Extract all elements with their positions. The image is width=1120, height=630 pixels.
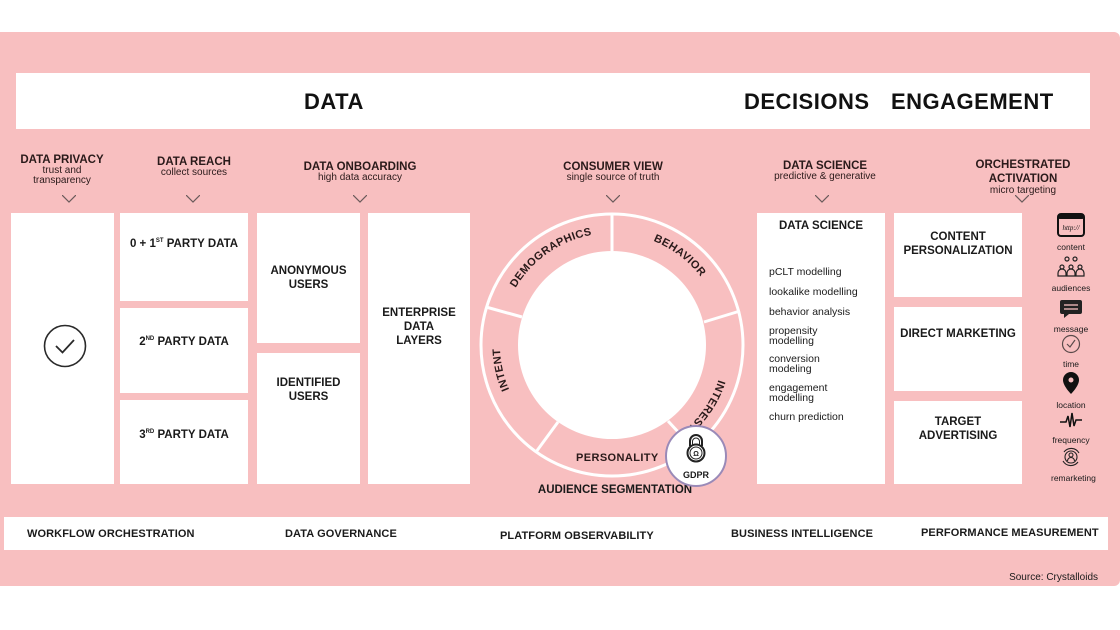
segment-intent: INTENT xyxy=(491,348,512,393)
direct-marketing-box: DIRECT MARKETING xyxy=(894,307,1022,391)
stage-data: DATA xyxy=(304,89,364,114)
header-data-onboarding: DATA ONBOARDING high data accuracy xyxy=(280,161,440,183)
data-privacy-box xyxy=(11,213,114,484)
svg-text:http://: http:// xyxy=(1062,224,1080,232)
foundation-workflow-orchestration: WORKFLOW ORCHESTRATION xyxy=(27,528,195,540)
activation-frequency: frequency xyxy=(1051,412,1091,445)
stage-banner: DATA DECISIONS ENGAGEMENT xyxy=(16,73,1090,129)
foundation-performance-measurement: PERFORMANCE MEASUREMENT xyxy=(921,527,1099,539)
chevron-down-icon xyxy=(186,195,200,203)
chevron-down-icon xyxy=(1015,195,1029,203)
stage-decisions: DECISIONS xyxy=(744,89,870,114)
chevron-down-icon xyxy=(606,195,620,203)
identified-users-box: IDENTIFIED USERS xyxy=(257,353,360,484)
header-subtitle: high data accuracy xyxy=(318,172,402,183)
ds-item: lookalike modelling xyxy=(769,286,858,298)
ds-item: pCLT modelling xyxy=(769,266,842,278)
data-science-box: DATA SCIENCE pCLT modelling lookalike mo… xyxy=(757,213,885,484)
icon-caption: frequency xyxy=(1052,435,1090,445)
enterprise-data-layers-box: ENTERPRISE DATA LAYERS xyxy=(368,213,470,484)
activation-remarketing: remarketing xyxy=(1051,446,1096,483)
activation-audiences: audiences xyxy=(1051,256,1091,293)
chevron-down-icon xyxy=(815,195,829,203)
check-circle-icon xyxy=(43,324,87,373)
ring-divider xyxy=(534,421,560,453)
channel-label: CONTENT PERSONALIZATION xyxy=(903,231,1013,257)
ring-divider xyxy=(485,305,523,319)
ring-inner xyxy=(518,251,706,439)
channel-label: DIRECT MARKETING xyxy=(900,328,1016,340)
user-cycle-icon xyxy=(1062,447,1080,467)
header-consumer-view: CONSUMER VIEW single source of truth xyxy=(533,161,693,183)
content-personalization-box: CONTENT PERSONALIZATION xyxy=(894,213,1022,297)
activation-message: message xyxy=(1051,299,1091,334)
segment-personality: PERSONALITY xyxy=(576,452,659,464)
activation-content: http:// content xyxy=(1051,213,1091,252)
pulse-icon xyxy=(1060,412,1082,428)
icon-caption: remarketing xyxy=(1051,473,1096,483)
chat-bubble-icon xyxy=(1060,300,1082,318)
target-advertising-box: TARGET ADVERTISING xyxy=(894,401,1022,484)
reach-label: 2ND PARTY DATA xyxy=(139,336,229,348)
reach-first-party: 0 + 1ST PARTY DATA xyxy=(120,213,248,301)
icon-caption: message xyxy=(1053,324,1089,334)
identified-users-label: IDENTIFIED USERS xyxy=(276,377,341,403)
icon-caption: content xyxy=(1057,242,1085,252)
map-pin-icon xyxy=(1063,372,1079,394)
ds-item: propensity modelling xyxy=(769,325,818,347)
reach-second-party: 2ND PARTY DATA xyxy=(120,308,248,393)
header-subtitle: predictive & generative xyxy=(774,171,876,182)
ring-divider xyxy=(703,309,741,324)
stage-engagement: ENGAGEMENT xyxy=(891,89,1054,114)
data-science-title: DATA SCIENCE xyxy=(778,220,864,232)
ds-item: engagement modelling xyxy=(769,382,828,404)
source-credit: Source: Crystalloids xyxy=(1009,572,1098,583)
icon-caption: audiences xyxy=(1051,283,1091,293)
chevron-down-icon xyxy=(62,195,76,203)
anonymous-users-box: ANONYMOUS USERS xyxy=(257,213,360,343)
clock-icon xyxy=(1061,334,1081,354)
foundation-business-intelligence: BUSINESS INTELLIGENCE xyxy=(731,528,874,540)
header-orchestrated-activation: ORCHESTRATED ACTIVATION micro targeting xyxy=(958,158,1088,196)
activation-time: time xyxy=(1051,334,1091,369)
browser-icon: http:// xyxy=(1057,213,1085,237)
gdpr-badge: Ω GDPR xyxy=(665,425,727,487)
header-data-reach: DATA REACH collect sources xyxy=(130,156,258,178)
header-data-privacy: DATA PRIVACY trust and transparency xyxy=(8,154,116,186)
header-subtitle: trust and transparency xyxy=(33,165,91,186)
gdpr-label: GDPR xyxy=(682,470,709,480)
foundation-platform-observability: PLATFORM OBSERVABILITY xyxy=(500,530,654,542)
anonymous-users-label: ANONYMOUS USERS xyxy=(270,265,347,291)
header-subtitle: single source of truth xyxy=(566,172,660,183)
ds-item: conversion modeling xyxy=(769,353,820,375)
chevron-down-icon xyxy=(353,195,367,203)
reach-label: 0 + 1ST PARTY DATA xyxy=(129,238,239,250)
ds-item: churn prediction xyxy=(769,411,844,423)
padlock-icon: Ω xyxy=(684,433,708,468)
reach-label: 3RD PARTY DATA xyxy=(139,429,229,441)
header-subtitle: collect sources xyxy=(160,167,228,178)
ds-item: behavior analysis xyxy=(769,306,851,318)
foundation-data-governance: DATA GOVERNANCE xyxy=(285,528,397,540)
header-data-science: DATA SCIENCE predictive & generative xyxy=(745,160,905,182)
activation-location: location xyxy=(1051,371,1091,410)
icon-caption: location xyxy=(1056,400,1086,410)
channel-label: TARGET ADVERTISING xyxy=(918,416,998,442)
foundation-bar: WORKFLOW ORCHESTRATION DATA GOVERNANCE P… xyxy=(4,517,1108,550)
people-group-icon xyxy=(1057,256,1085,277)
icon-caption: time xyxy=(1062,359,1080,369)
reach-third-party: 3RD PARTY DATA xyxy=(120,400,248,484)
enterprise-data-layers-label: ENTERPRISE DATA LAYERS xyxy=(382,307,456,347)
svg-text:Ω: Ω xyxy=(693,451,699,458)
audience-segmentation-caption: AUDIENCE SEGMENTATION xyxy=(537,484,693,496)
header-title: ORCHESTRATED ACTIVATION xyxy=(975,159,1071,185)
